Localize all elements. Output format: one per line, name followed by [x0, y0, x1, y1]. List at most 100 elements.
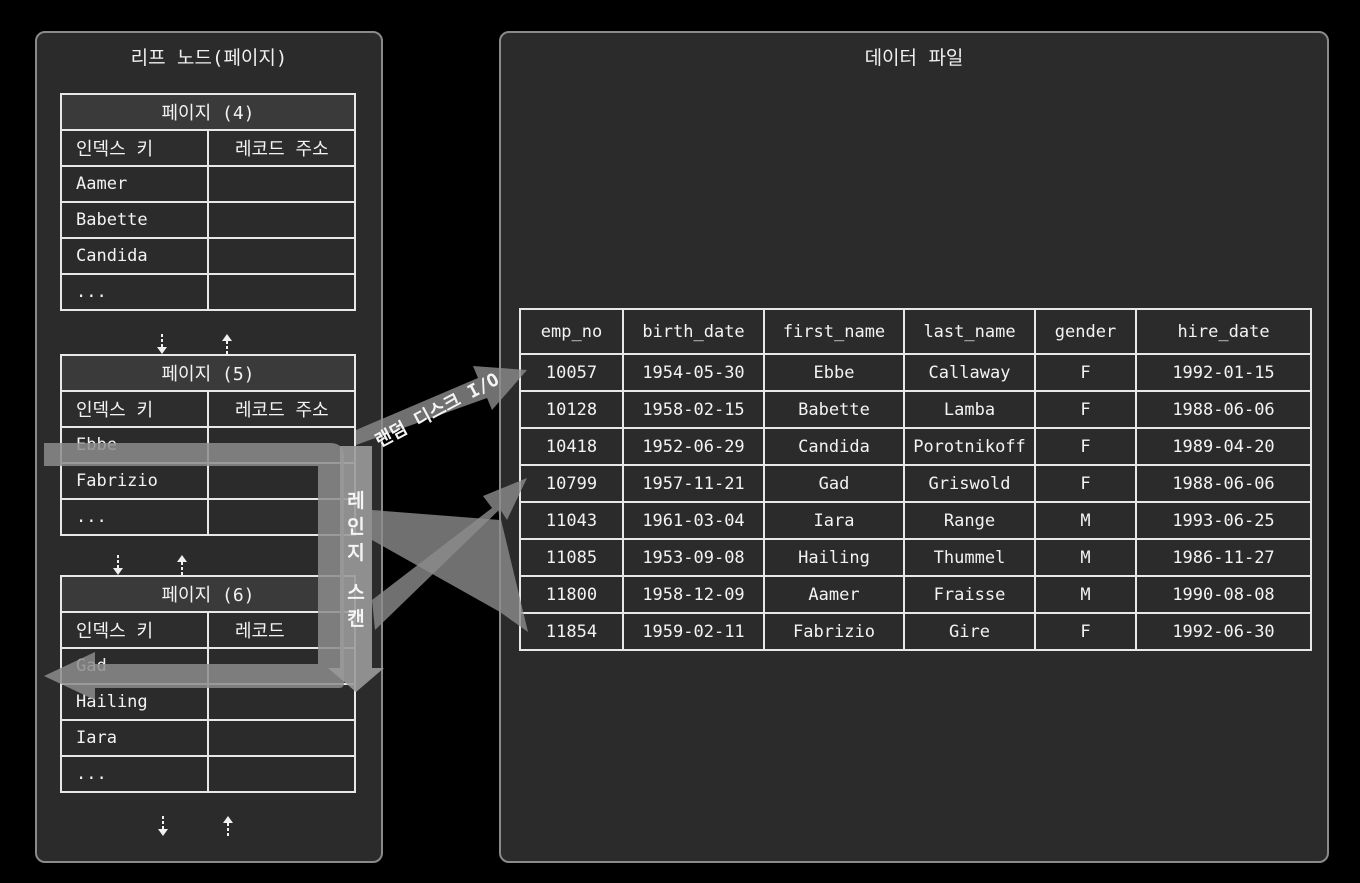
cell: Callaway [903, 353, 1036, 392]
record-address [207, 201, 356, 239]
index-key: ... [60, 273, 209, 311]
index-key-header: 인덱스 키 [60, 611, 209, 649]
index-row: Ebbe [60, 426, 356, 464]
index-row: Gad [60, 647, 356, 685]
index-page-4: 페이지 (4) 인덱스 키 레코드 주소 Aamer Babette Candi… [60, 93, 356, 311]
page-title: 페이지 (5) [60, 354, 356, 392]
cell: 10418 [519, 427, 624, 466]
data-row: 11800 1958-12-09 Aamer Fraisse M 1990-08… [519, 575, 1312, 614]
index-key-header: 인덱스 키 [60, 129, 209, 167]
cell: M [1034, 538, 1137, 577]
index-key: Ebbe [60, 426, 209, 464]
cell: 1992-06-30 [1135, 612, 1312, 651]
cell: 1989-04-20 [1135, 427, 1312, 466]
index-page-5: 페이지 (5) 인덱스 키 레코드 주소 Ebbe Fabrizio ... [60, 354, 356, 536]
range-scan-char: 인 [347, 516, 365, 538]
cell: M [1034, 575, 1137, 614]
cell: F [1034, 390, 1137, 429]
record-address [207, 273, 356, 311]
cell: 1990-08-08 [1135, 575, 1312, 614]
record-address [207, 683, 356, 721]
data-file-table: emp_no birth_date first_name last_name g… [519, 308, 1312, 651]
cell: 1988-06-06 [1135, 464, 1312, 503]
index-page-6: 페이지 (6) 인덱스 키 레코드 Gad Hailing Iara ... [60, 575, 356, 793]
cell: Candida [763, 427, 905, 466]
random-disk-io-label: 랜덤 디스크 I/O [371, 369, 503, 453]
page-link-arrows-6-next [158, 816, 233, 836]
record-address-header: 레코드 [207, 611, 356, 649]
index-row: Fabrizio [60, 462, 356, 500]
index-key: Candida [60, 237, 209, 275]
record-address-header: 레코드 주소 [207, 390, 356, 428]
cell: F [1034, 353, 1137, 392]
data-row: 10128 1958-02-15 Babette Lamba F 1988-06… [519, 390, 1312, 429]
cell: 1952-06-29 [622, 427, 765, 466]
cell: 1959-02-11 [622, 612, 765, 651]
range-scan-char: 스 [347, 582, 365, 604]
cell: Gire [903, 612, 1036, 651]
cell: 11854 [519, 612, 624, 651]
cell: 1953-09-08 [622, 538, 765, 577]
index-key: ... [60, 755, 209, 793]
index-row: Iara [60, 719, 356, 757]
index-row: ... [60, 755, 356, 793]
index-row: Hailing [60, 683, 356, 721]
cell: Fabrizio [763, 612, 905, 651]
index-row: Aamer [60, 165, 356, 203]
data-header-row: emp_no birth_date first_name last_name g… [519, 308, 1312, 355]
data-row: 10799 1957-11-21 Gad Griswold F 1988-06-… [519, 464, 1312, 503]
cell: 10057 [519, 353, 624, 392]
cell: 10799 [519, 464, 624, 503]
leaf-panel-title: 리프 노드(페이지) [130, 47, 288, 69]
cell: 11085 [519, 538, 624, 577]
record-address [207, 647, 356, 685]
index-key: ... [60, 498, 209, 536]
cell: Lamba [903, 390, 1036, 429]
cell: Fraisse [903, 575, 1036, 614]
cell: Iara [763, 501, 905, 540]
range-scan-label: 레 인 지 스 캔 [346, 488, 366, 632]
data-row: 11854 1959-02-11 Fabrizio Gire F 1992-06… [519, 612, 1312, 651]
cell: Porotnikoff [903, 427, 1036, 466]
data-row: 11085 1953-09-08 Hailing Thummel M 1986-… [519, 538, 1312, 577]
cell: Gad [763, 464, 905, 503]
cell: 1958-02-15 [622, 390, 765, 429]
record-address [207, 755, 356, 793]
cell: Aamer [763, 575, 905, 614]
cell: 1993-06-25 [1135, 501, 1312, 540]
cell: Babette [763, 390, 905, 429]
cell: 10128 [519, 390, 624, 429]
range-scan-char: 지 [347, 542, 365, 564]
range-scan-char [346, 566, 366, 580]
cell: Hailing [763, 538, 905, 577]
column-header: last_name [903, 308, 1036, 355]
data-row: 10057 1954-05-30 Ebbe Callaway F 1992-01… [519, 353, 1312, 392]
column-header: gender [1034, 308, 1137, 355]
cell: 1958-12-09 [622, 575, 765, 614]
index-row: Candida [60, 237, 356, 275]
page-title: 페이지 (4) [60, 93, 356, 131]
index-key: Gad [60, 647, 209, 685]
cell: 11043 [519, 501, 624, 540]
column-header: first_name [763, 308, 905, 355]
cell: 1986-11-27 [1135, 538, 1312, 577]
cell: 1961-03-04 [622, 501, 765, 540]
cell: F [1034, 427, 1137, 466]
cell: F [1034, 612, 1137, 651]
record-address [207, 719, 356, 757]
index-key: Babette [60, 201, 209, 239]
index-row: Babette [60, 201, 356, 239]
cell: 1954-05-30 [622, 353, 765, 392]
index-key: Hailing [60, 683, 209, 721]
data-panel-title: 데이터 파일 [864, 47, 964, 69]
record-address [207, 426, 356, 464]
index-key: Iara [60, 719, 209, 757]
record-address [207, 462, 356, 500]
cell: Thummel [903, 538, 1036, 577]
index-key-header: 인덱스 키 [60, 390, 209, 428]
record-address-header: 레코드 주소 [207, 129, 356, 167]
index-row: ... [60, 273, 356, 311]
column-header: birth_date [622, 308, 765, 355]
cell: 1988-06-06 [1135, 390, 1312, 429]
cell: Range [903, 501, 1036, 540]
